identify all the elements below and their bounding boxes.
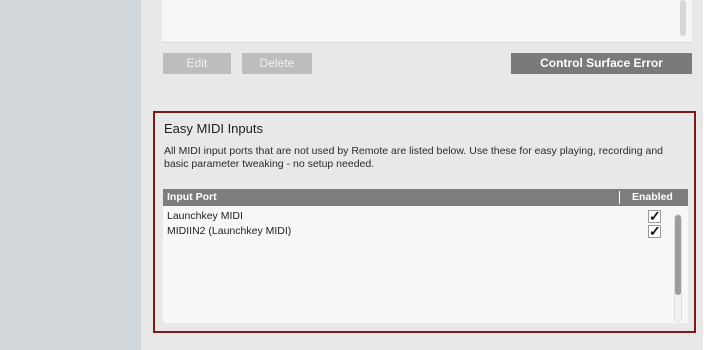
section-title: Easy MIDI Inputs	[164, 121, 263, 136]
table-row[interactable]: MIDIIN2 (Launchkey MIDI) ✓	[163, 224, 688, 240]
table-row[interactable]: Launchkey MIDI ✓	[163, 209, 688, 225]
input-port-name: Launchkey MIDI	[167, 210, 243, 222]
column-header-input-port[interactable]: Input Port	[167, 191, 217, 203]
left-side-panel	[0, 0, 141, 350]
input-port-name: MIDIIN2 (Launchkey MIDI)	[167, 225, 292, 237]
scrollbar-thumb[interactable]	[675, 215, 681, 295]
control-surface-list-scrollbar[interactable]	[680, 0, 686, 36]
control-surface-list[interactable]	[162, 0, 692, 43]
table-scrollbar[interactable]	[674, 214, 682, 322]
midi-input-table: Input Port Enabled Launchkey MIDI ✓ MIDI…	[163, 189, 688, 323]
edit-button[interactable]: Edit	[163, 53, 231, 74]
column-header-enabled[interactable]: Enabled	[632, 191, 673, 203]
enabled-checkbox[interactable]: ✓	[648, 209, 661, 223]
easy-midi-inputs-section: Easy MIDI Inputs All MIDI input ports th…	[153, 111, 696, 333]
enabled-checkbox[interactable]: ✓	[648, 224, 661, 238]
column-divider[interactable]	[619, 191, 620, 204]
control-surface-error-button[interactable]: Control Surface Error	[511, 53, 692, 74]
delete-button[interactable]: Delete	[242, 53, 312, 74]
table-header: Input Port Enabled	[163, 189, 688, 206]
section-description: All MIDI input ports that are not used b…	[164, 145, 664, 170]
